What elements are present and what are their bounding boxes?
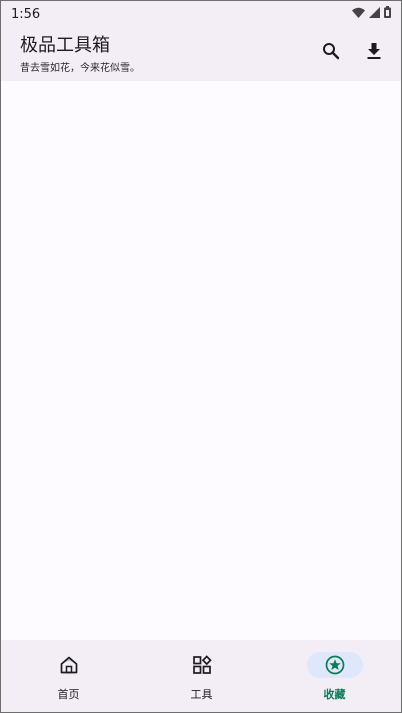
favorites-content: [1, 81, 401, 640]
wifi-icon: [352, 7, 365, 22]
nav-item-tools[interactable]: 工具: [135, 640, 268, 712]
app-title: 极品工具箱: [20, 35, 110, 56]
app-window: 1:56 极品工具箱 昔去雪如花，今来花似雪。 首页 工具 收藏: [0, 0, 402, 713]
nav-item-home[interactable]: 首页: [2, 640, 135, 712]
grid-icon: [191, 654, 213, 676]
search-icon: [322, 42, 340, 64]
app-subtitle: 昔去雪如花，今来花似雪。: [20, 63, 140, 74]
top-app-bar: 极品工具箱 昔去雪如花，今来花似雪。: [1, 27, 401, 81]
search-button[interactable]: [319, 41, 343, 65]
download-button[interactable]: [362, 41, 386, 65]
download-icon: [366, 42, 382, 64]
nav-label-favorites: 收藏: [323, 688, 346, 701]
bottom-navigation: 首页 工具 收藏: [1, 640, 401, 712]
nav-label-tools: 工具: [190, 688, 213, 701]
status-bar: 1:56: [1, 1, 401, 27]
status-time: 1:56: [11, 6, 41, 22]
star-icon: [324, 654, 346, 676]
nav-item-favorites[interactable]: 收藏: [268, 640, 401, 712]
home-icon: [58, 654, 80, 676]
signal-icon: [369, 6, 380, 22]
status-icons: [352, 6, 391, 22]
nav-label-home: 首页: [57, 688, 80, 701]
battery-icon: [384, 6, 391, 22]
